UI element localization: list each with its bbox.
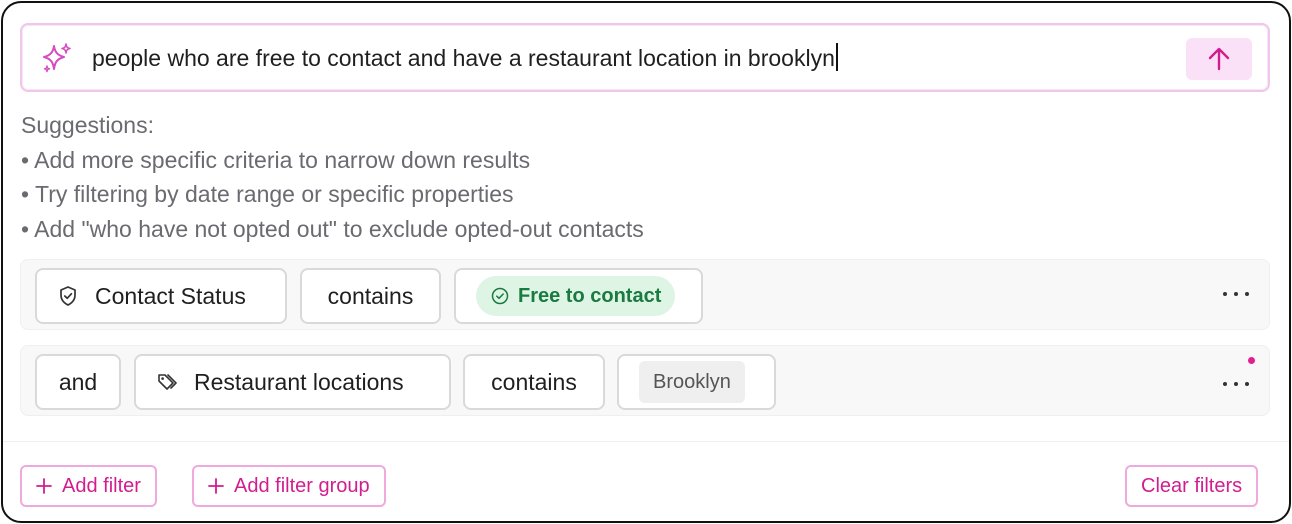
plus-icon [208, 478, 224, 494]
value-chip: Brooklyn [639, 361, 745, 403]
more-dot [1245, 292, 1249, 296]
filter-value-select[interactable]: Free to contact [454, 268, 703, 324]
suggestions-list: Suggestions: • Add more specific criteri… [21, 108, 644, 246]
arrow-up-icon [1205, 45, 1233, 73]
submit-query-button[interactable] [1186, 38, 1252, 80]
more-dot [1223, 382, 1227, 386]
filter-row: Contact Status contains Free to contact [20, 259, 1270, 330]
row-options-button[interactable] [1223, 284, 1249, 304]
filter-operator-select[interactable]: contains [300, 268, 441, 324]
filter-operator-label: contains [327, 282, 414, 309]
add-filter-group-button[interactable]: Add filter group [192, 465, 386, 507]
tags-icon [156, 371, 178, 393]
filter-field-select[interactable]: Restaurant locations [134, 354, 451, 410]
ai-query-bar[interactable]: people who are free to contact and have … [20, 23, 1270, 92]
filter-field-label: Restaurant locations [194, 368, 404, 395]
divider [3, 441, 1289, 442]
more-dot [1245, 382, 1249, 386]
suggestions-title: Suggestions: [21, 112, 154, 138]
filter-value-select[interactable]: Brooklyn [617, 354, 776, 410]
add-filter-label: Add filter [62, 474, 141, 497]
filter-operator-label: contains [491, 368, 577, 395]
unsaved-indicator-dot [1248, 357, 1255, 364]
plus-icon [36, 478, 52, 494]
suggestion-item: • Add more specific criteria to narrow d… [21, 146, 531, 173]
suggestion-item: • Try filtering by date range or specifi… [21, 181, 514, 207]
suggestion-item: • Add "who have not opted out" to exclud… [21, 215, 644, 242]
clear-filters-button[interactable]: Clear filters [1125, 465, 1259, 507]
text-caret [835, 43, 838, 71]
sparkles-icon [40, 41, 74, 75]
filter-field-select[interactable]: Contact Status [35, 268, 287, 324]
conjunction-label: and [58, 368, 98, 395]
filter-field-label: Contact Status [95, 282, 246, 309]
clear-filters-label: Clear filters [1141, 474, 1243, 497]
filter-panel: people who are free to contact and have … [1, 1, 1291, 523]
more-dot [1234, 382, 1238, 386]
row-options-button[interactable] [1223, 374, 1249, 394]
filter-operator-select[interactable]: contains [463, 354, 605, 410]
status-badge-label: Free to contact [518, 284, 662, 307]
add-filter-group-label: Add filter group [234, 474, 370, 497]
shield-check-icon [57, 285, 79, 307]
filter-row: and Restaurant locations contains Brookl… [20, 345, 1270, 416]
status-badge: Free to contact [476, 276, 676, 316]
check-circle-icon [491, 287, 509, 305]
more-dot [1223, 292, 1227, 296]
more-dot [1234, 292, 1238, 296]
query-input[interactable]: people who are free to contact and have … [92, 42, 838, 74]
add-filter-button[interactable]: Add filter [20, 465, 157, 507]
conjunction-select[interactable]: and [35, 354, 121, 410]
